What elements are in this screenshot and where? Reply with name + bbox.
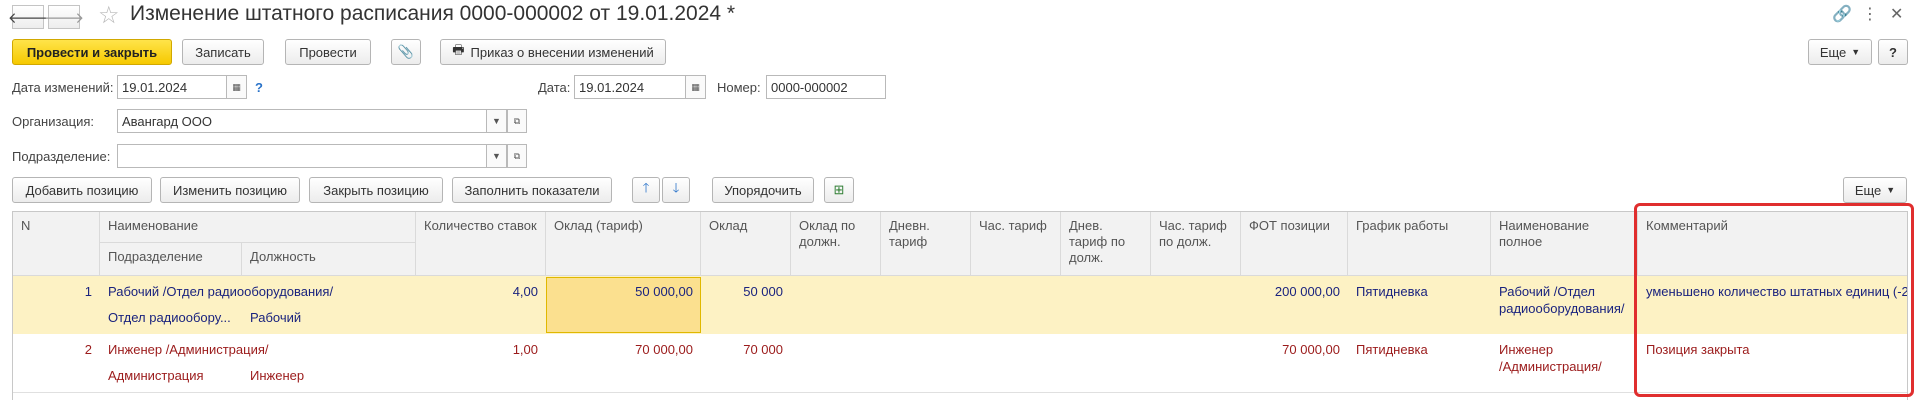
header-schedule[interactable]: График работы xyxy=(1348,212,1491,276)
header-hourly-tariff-pos[interactable]: Час. тариф по долж. xyxy=(1151,212,1241,276)
header-position[interactable]: Должность xyxy=(242,243,416,276)
chevron-down-icon[interactable]: ▼ xyxy=(487,109,507,133)
printer-icon: 🖶 xyxy=(452,42,465,57)
row2-name: Инженер /Администрация/ xyxy=(108,342,269,357)
row-divider xyxy=(13,392,1907,393)
number-field[interactable]: 0000-000002 xyxy=(766,75,886,99)
close-position-button[interactable]: Закрыть позицию xyxy=(309,177,443,203)
header-salary-by-pos[interactable]: Оклад по должн. xyxy=(791,212,881,276)
save-button[interactable]: Записать xyxy=(182,39,264,65)
dept-field[interactable] xyxy=(117,144,487,168)
row1-n: 1 xyxy=(84,284,92,299)
header-salary-tariff[interactable]: Оклад (тариф) xyxy=(546,212,701,276)
change-date-label: Дата изменений: xyxy=(12,80,114,95)
row2-department: Администрация xyxy=(108,368,204,383)
number-label: Номер: xyxy=(717,80,761,95)
header-department[interactable]: Подразделение xyxy=(100,243,242,276)
header-name[interactable]: Наименование xyxy=(100,212,416,243)
arrow-left-icon: 🡐 xyxy=(7,9,49,27)
row1-salary: 50 000 xyxy=(743,284,783,299)
header-hourly-tariff[interactable]: Час. тариф xyxy=(971,212,1061,276)
forward-button[interactable]: 🡒 xyxy=(44,5,84,29)
date-label: Дата: xyxy=(538,80,571,95)
sort-button[interactable]: Упорядочить xyxy=(712,177,814,203)
row2-comment: Позиция закрыта xyxy=(1646,342,1750,357)
open-icon[interactable]: ⧉ xyxy=(507,144,527,168)
dept-label: Подразделение: xyxy=(12,149,111,164)
table-add-icon: ⊞ xyxy=(833,182,845,197)
row1-name: Рабочий /Отдел радиооборудования/ xyxy=(108,284,334,299)
arrow-right-icon: 🡒 xyxy=(43,9,85,27)
edit-position-button[interactable]: Изменить позицию xyxy=(160,177,300,203)
header-daily-tariff-pos[interactable]: Днев. тариф по долж. xyxy=(1061,212,1151,276)
chevron-down-icon[interactable]: ▼ xyxy=(487,144,507,168)
paperclip-icon: 📎 xyxy=(397,44,415,59)
date-field[interactable]: 19.01.2024 xyxy=(574,75,686,99)
positions-table[interactable]: N Наименование Подразделение Должность К… xyxy=(12,211,1908,400)
link-icon[interactable]: 🔗 xyxy=(1832,4,1852,24)
header-payroll[interactable]: ФОТ позиции xyxy=(1241,212,1348,276)
chevron-down-icon: ▼ xyxy=(1886,185,1896,195)
add-position-button[interactable]: Добавить позицию xyxy=(12,177,152,203)
row2-position: Инженер xyxy=(250,368,305,383)
calendar-icon[interactable]: ▦ xyxy=(227,75,247,99)
header-salary[interactable]: Оклад xyxy=(701,212,791,276)
window-title: Изменение штатного расписания 0000-00000… xyxy=(130,2,736,25)
move-up-button[interactable]: 🡑 xyxy=(632,177,660,203)
org-label: Организация: xyxy=(12,114,95,129)
header-comment[interactable]: Комментарий xyxy=(1638,212,1907,276)
row2-full-name-line2: /Администрация/ xyxy=(1499,359,1602,374)
row1-payroll: 200 000,00 xyxy=(1274,284,1340,299)
row2-rate-count: 1,00 xyxy=(512,342,538,357)
row1-schedule: Пятидневка xyxy=(1356,284,1428,299)
fill-indicators-button[interactable]: Заполнить показатели xyxy=(452,177,612,203)
vertical-dots-icon[interactable]: ⋮ xyxy=(1862,4,1878,24)
favorite-star-icon[interactable]: ☆ xyxy=(98,1,120,30)
header-rate-count[interactable]: Количество ставок xyxy=(416,212,546,276)
post-button[interactable]: Провести xyxy=(285,39,371,65)
row2-payroll: 70 000,00 xyxy=(1282,342,1340,357)
header-n[interactable]: N xyxy=(13,212,100,276)
row2-salary-tariff: 70 000,00 xyxy=(635,342,693,357)
row2-n: 2 xyxy=(84,342,92,357)
more-label: Еще xyxy=(1819,44,1847,60)
chevron-down-icon: ▼ xyxy=(1851,47,1861,57)
help-mark[interactable]: ? xyxy=(255,80,263,95)
move-down-button[interactable]: 🡓 xyxy=(662,177,690,203)
row1-position: Рабочий xyxy=(250,310,302,325)
calendar-icon-2[interactable]: ▦ xyxy=(686,75,706,99)
arrow-up-icon: 🡑 xyxy=(642,180,650,195)
print-order-button[interactable]: 🖶 Приказ о внесении изменений xyxy=(440,39,666,65)
post-and-close-button[interactable]: Провести и закрыть xyxy=(12,39,172,65)
row1-comment: уменьшено количество штатных единиц (-2 xyxy=(1646,284,1908,299)
org-field[interactable]: Авангард ООО xyxy=(117,109,487,133)
close-icon[interactable]: ✕ xyxy=(1890,4,1903,24)
more-button[interactable]: Еще ▼ xyxy=(1808,39,1872,65)
print-order-label: Приказ о внесении изменений xyxy=(470,44,654,60)
table-more-label: Еще xyxy=(1854,182,1882,198)
help-button[interactable]: ? xyxy=(1878,39,1908,65)
table-more-button[interactable]: Еще ▼ xyxy=(1843,177,1907,203)
arrow-down-icon: 🡓 xyxy=(672,180,680,195)
header-daily-tariff[interactable]: Дневн. тариф xyxy=(881,212,971,276)
attach-button[interactable]: 📎 xyxy=(391,39,421,65)
row1-salary-tariff[interactable]: 50 000,00 xyxy=(546,279,701,304)
change-date-field[interactable]: 19.01.2024 xyxy=(117,75,227,99)
table-settings-button[interactable]: ⊞ xyxy=(824,177,854,203)
row1-full-name-line2: радиооборудования/ xyxy=(1499,301,1625,316)
row2-salary: 70 000 xyxy=(743,342,783,357)
back-button[interactable]: 🡐 xyxy=(8,5,48,29)
row1-department: Отдел радиообору... xyxy=(108,310,231,325)
row1-rate-count: 4,00 xyxy=(512,284,538,299)
row2-schedule: Пятидневка xyxy=(1356,342,1428,357)
header-full-name[interactable]: Наименование полное xyxy=(1491,212,1638,276)
open-icon[interactable]: ⧉ xyxy=(507,109,527,133)
